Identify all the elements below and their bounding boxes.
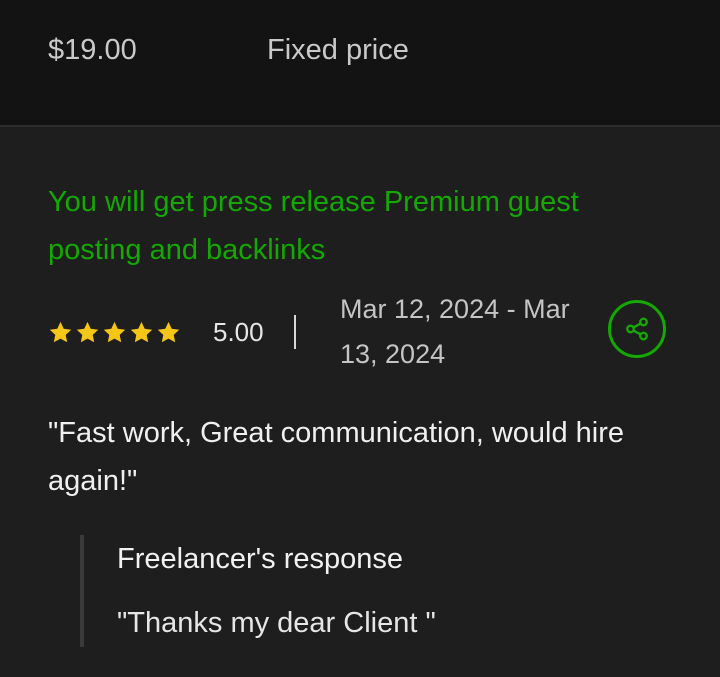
star-icon (130, 321, 153, 342)
job-title-link[interactable]: You will get press release Premium guest… (48, 178, 678, 274)
contract-date-range: Mar 12, 2024 - Mar 13, 2024 (340, 294, 570, 369)
rating-score: 5.00 (213, 316, 264, 347)
star-rating (48, 320, 181, 345)
star-icon (157, 321, 180, 342)
response-heading: Freelancer's response (117, 543, 404, 575)
star-icon (76, 321, 99, 342)
rating-row: 5.00 (48, 312, 296, 352)
price: $19.00 (48, 34, 137, 66)
review-comment: "Fast work, Great communication, would h… (48, 417, 625, 497)
response-text: "Thanks my dear Client " (117, 607, 436, 639)
star-icon (49, 321, 72, 342)
price-header: $19.00 Fixed price (0, 0, 720, 127)
divider (293, 315, 296, 349)
price-type: Fixed price (267, 34, 409, 66)
star-icon (103, 321, 126, 342)
share-icon (626, 317, 648, 341)
freelancer-response: Freelancer's response "Thanks my dear Cl… (80, 535, 684, 647)
share-button[interactable] (608, 300, 666, 358)
